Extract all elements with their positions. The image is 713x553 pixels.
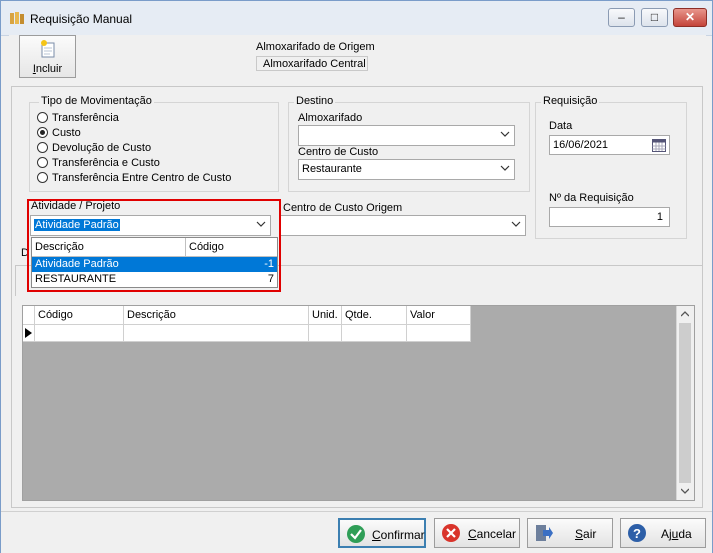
requisicao-label: Requisição bbox=[541, 95, 600, 107]
centro-origem-combo[interactable] bbox=[281, 215, 526, 236]
minimize-button[interactable]: – bbox=[608, 8, 635, 27]
grid-corner bbox=[23, 306, 35, 324]
new-document-icon bbox=[41, 40, 55, 58]
confirmar-label: Confirmar bbox=[372, 528, 425, 542]
close-icon: ✕ bbox=[684, 10, 696, 24]
row-pointer-icon bbox=[25, 328, 32, 338]
origem-value: Almoxarifado Central bbox=[256, 56, 368, 71]
cell-codigo[interactable] bbox=[35, 325, 124, 341]
close-button[interactable]: ✕ bbox=[673, 8, 707, 27]
incluir-button[interactable]: Incluir bbox=[19, 35, 76, 78]
radio-transferencia-centro[interactable]: Transferência Entre Centro de Custo bbox=[37, 172, 231, 184]
minimize-icon: – bbox=[618, 10, 625, 24]
cell-qtde[interactable] bbox=[342, 325, 407, 341]
radio-devolucao-custo[interactable]: Devolução de Custo bbox=[37, 142, 151, 154]
grid-col-descricao[interactable]: Descrição bbox=[124, 306, 309, 324]
centro-custo-value: Restaurante bbox=[302, 163, 362, 175]
title-bar[interactable]: Requisição Manual – □ ✕ bbox=[1, 1, 712, 36]
footer-bar: Confirmar Cancelar Sair ? Ajuda bbox=[1, 511, 712, 553]
maximize-button[interactable]: □ bbox=[641, 8, 668, 27]
items-grid[interactable]: Código Descrição Unid. Qtde. Valor bbox=[22, 305, 695, 501]
data-label: Data bbox=[549, 120, 573, 132]
scroll-down-icon[interactable] bbox=[681, 488, 689, 494]
app-icon bbox=[10, 12, 24, 24]
ajuda-button[interactable]: ? Ajuda bbox=[620, 518, 706, 548]
help-icon: ? bbox=[628, 524, 646, 542]
scroll-thumb[interactable] bbox=[679, 323, 691, 483]
exit-icon bbox=[536, 525, 553, 541]
grid-col-codigo[interactable]: Código bbox=[35, 306, 124, 324]
window-title: Requisição Manual bbox=[30, 12, 133, 26]
data-field[interactable]: 16/06/2021 bbox=[549, 135, 670, 155]
requisicao-window: Requisição Manual – □ ✕ Incluir Almoxari… bbox=[0, 0, 713, 553]
table-row[interactable] bbox=[23, 325, 471, 342]
centro-origem-label: Centro de Custo Origem bbox=[283, 202, 403, 214]
scroll-up-icon[interactable] bbox=[681, 311, 689, 317]
calendar-icon[interactable] bbox=[652, 138, 666, 152]
maximize-icon: □ bbox=[650, 10, 659, 24]
chevron-down-icon bbox=[500, 131, 510, 137]
cell-descricao[interactable] bbox=[124, 325, 309, 341]
grid-col-valor[interactable]: Valor bbox=[407, 306, 471, 324]
chevron-down-icon bbox=[511, 221, 521, 227]
sair-label: Sair bbox=[575, 527, 597, 541]
sair-button[interactable]: Sair bbox=[527, 518, 613, 548]
chevron-down-icon bbox=[500, 165, 510, 171]
radio-transferencia-custo[interactable]: Transferência e Custo bbox=[37, 157, 160, 169]
numero-requisicao-label: Nº da Requisição bbox=[549, 192, 634, 204]
centro-custo-label: Centro de Custo bbox=[298, 146, 379, 158]
cancelar-button[interactable]: Cancelar bbox=[434, 518, 520, 548]
confirmar-button[interactable]: Confirmar bbox=[338, 518, 426, 548]
incluir-label: Incluir bbox=[32, 63, 63, 75]
grid-col-unid[interactable]: Unid. bbox=[309, 306, 342, 324]
destino-label: Destino bbox=[294, 95, 336, 107]
cancelar-label: Cancelar bbox=[468, 527, 517, 541]
origem-label: Almoxarifado de Origem bbox=[256, 41, 375, 53]
almoxarifado-combo[interactable] bbox=[298, 125, 515, 146]
grid-header: Código Descrição Unid. Qtde. Valor bbox=[23, 306, 471, 325]
svg-text:?: ? bbox=[633, 526, 641, 541]
check-icon bbox=[347, 525, 365, 543]
ajuda-label: Ajuda bbox=[661, 527, 692, 541]
centro-custo-combo[interactable]: Restaurante bbox=[298, 159, 515, 180]
numero-requisicao-field[interactable]: 1 bbox=[549, 207, 670, 227]
grid-col-qtde[interactable]: Qtde. bbox=[342, 306, 407, 324]
radio-custo[interactable]: Custo bbox=[37, 127, 81, 139]
cell-valor[interactable] bbox=[407, 325, 471, 341]
row-indicator bbox=[23, 325, 35, 341]
vertical-scrollbar[interactable] bbox=[676, 306, 694, 500]
data-value: 16/06/2021 bbox=[553, 139, 609, 151]
movimentacao-label: Tipo de Movimentação bbox=[39, 95, 154, 107]
highlight-box bbox=[27, 199, 281, 292]
almoxarifado-label: Almoxarifado bbox=[298, 112, 363, 124]
cell-unid[interactable] bbox=[309, 325, 342, 341]
radio-transferencia[interactable]: Transferência bbox=[37, 112, 119, 124]
cancel-icon bbox=[442, 524, 460, 542]
